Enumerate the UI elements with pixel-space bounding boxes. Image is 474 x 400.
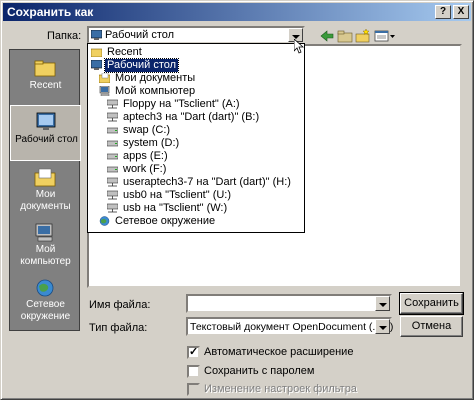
auto-extension-label: Автоматическое расширение	[204, 346, 354, 358]
place-label: Recent	[29, 80, 62, 91]
new-folder-icon[interactable]	[355, 28, 371, 44]
dropdown-item-label: usb на "Tsclient" (W:)	[123, 202, 228, 214]
desktop-icon	[90, 59, 103, 70]
my-documents-icon	[34, 168, 56, 188]
place-desktop[interactable]: Рабочий стол	[10, 105, 81, 161]
title-bar: Сохранить как ? X	[3, 3, 471, 21]
drive-icon	[106, 151, 119, 161]
folder-icon	[98, 72, 111, 84]
desktop-icon	[90, 29, 103, 40]
dropdown-item-label: apps (E:)	[123, 150, 168, 162]
close-button[interactable]: X	[453, 5, 469, 19]
dialog-title: Сохранить как	[7, 5, 94, 19]
desktop-icon	[35, 112, 57, 132]
dropdown-item-label: Мой компьютер	[115, 85, 196, 97]
folder-icon	[90, 47, 103, 58]
my-computer-icon	[34, 223, 56, 243]
network-icon	[99, 216, 110, 226]
place-my-documents[interactable]: Мои документы	[10, 162, 81, 218]
network-drive-icon	[106, 203, 119, 213]
filename-input[interactable]	[190, 296, 370, 309]
folder-dropdown-list[interactable]: Recent Рабочий стол Мои документы Мой ко…	[87, 43, 305, 233]
place-label: Сетевое окружение	[20, 299, 71, 322]
place-label: Мои документы	[20, 189, 71, 212]
auto-extension-checkbox[interactable]: ✓	[187, 346, 200, 359]
drive-icon	[106, 125, 119, 135]
filename-dropdown-arrow[interactable]	[375, 296, 390, 311]
place-recent[interactable]: Recent	[10, 52, 81, 108]
dropdown-item-label: work (F:)	[123, 163, 167, 175]
filetype-label: Тип файла:	[89, 322, 148, 334]
edit-filter-settings-label: Изменение настроек фильтра	[204, 383, 357, 395]
network-icon	[34, 278, 56, 298]
dropdown-item-label: Floppy на "Tsclient" (A:)	[123, 98, 240, 110]
recent-folder-icon	[34, 58, 56, 78]
computer-icon	[99, 85, 110, 97]
cancel-button[interactable]: Отмена	[400, 316, 463, 337]
dropdown-item-label: Рабочий стол	[103, 58, 180, 73]
dropdown-item-label: swap (C:)	[123, 124, 171, 136]
folder-combobox[interactable]: Рабочий стол	[87, 26, 305, 44]
filetype-value: Текстовый документ OpenDocument (.odt)	[190, 321, 394, 333]
filename-combobox[interactable]	[186, 294, 392, 313]
save-button[interactable]: Сохранить	[399, 292, 464, 315]
back-arrow-icon[interactable]	[319, 28, 335, 44]
filename-label: Имя файла:	[89, 299, 151, 311]
save-with-password-checkbox[interactable]	[187, 365, 200, 378]
drive-icon	[106, 138, 119, 148]
up-folder-icon[interactable]	[337, 28, 353, 44]
checkmark-icon: ✓	[189, 346, 199, 358]
place-label: Мой компьютер	[20, 244, 71, 267]
network-drive-icon	[106, 112, 119, 122]
network-drive-icon	[106, 99, 119, 109]
dropdown-item-label: Recent	[107, 46, 142, 58]
place-network[interactable]: Сетевое окружение	[10, 272, 81, 328]
place-label: Рабочий стол	[15, 134, 78, 145]
place-my-computer[interactable]: Мой компьютер	[10, 217, 81, 273]
dropdown-item-label: usb0 на "Tsclient" (U:)	[123, 189, 232, 201]
save-with-password-label: Сохранить с паролем	[204, 365, 315, 377]
mouse-cursor-icon	[293, 38, 305, 55]
view-menu-icon[interactable]	[374, 28, 396, 44]
places-bar: Recent Рабочий стол Мои документы Мой ко…	[9, 49, 81, 331]
filetype-dropdown-arrow[interactable]	[375, 319, 390, 334]
network-drive-icon	[106, 177, 119, 187]
dropdown-item-label: useraptech3-7 на "Dart (dart)" (H:)	[123, 176, 291, 188]
dropdown-item-label: Мои документы	[115, 72, 196, 84]
folder-label: Папка:	[47, 30, 82, 42]
help-button[interactable]: ?	[435, 5, 451, 19]
dropdown-item-label: Сетевое окружение	[115, 215, 216, 227]
drive-icon	[106, 164, 119, 174]
save-as-dialog: Сохранить как ? X Папка: Рабочий стол Re…	[0, 0, 474, 400]
filetype-combobox[interactable]: Текстовый документ OpenDocument (.odt)	[186, 317, 394, 336]
dropdown-item-label: aptech3 на "Dart (dart)" (B:)	[123, 111, 260, 123]
network-drive-icon	[106, 190, 119, 200]
folder-current-value: Рабочий стол	[105, 29, 175, 41]
dropdown-item-label: system (D:)	[123, 137, 180, 149]
edit-filter-settings-checkbox	[187, 383, 200, 396]
